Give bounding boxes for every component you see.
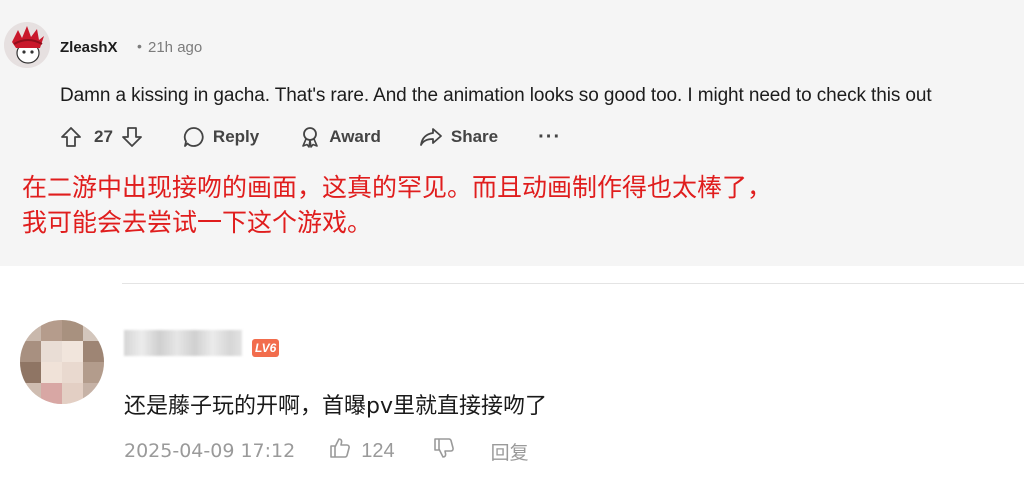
chinese-translation: 在二游中出现接吻的画面，这真的罕见。而且动画制作得也太棒了， 我可能会去尝试一下… [22,170,1002,240]
username-blurred[interactable] [124,330,242,356]
vote-count: 27 [94,127,113,146]
award-icon [299,126,321,148]
award-label: Award [329,127,381,146]
level-badge: LV6 [252,339,280,357]
downvote-icon[interactable] [121,126,143,148]
comment-date: 2025-04-09 17:12 [124,440,296,462]
share-label: Share [450,127,499,146]
translation-line-2: 我可能会去尝试一下这个游戏。 [22,208,373,237]
comment-icon [183,126,205,148]
more-icon[interactable]: ··· [538,126,561,149]
comment-timestamp[interactable]: 21h ago [148,39,202,56]
reply-button-cn[interactable]: 回复 [491,438,529,465]
comment-author[interactable]: ZleashX [60,39,118,56]
comment-meta-cn: 2025-04-09 17:12 124 回复 [124,436,529,466]
vote-group: 27 [60,126,143,148]
reply-label: Reply [212,127,260,146]
divider [122,283,1024,284]
comment-body: Damn a kissing in gacha. That's rare. An… [60,85,932,106]
translation-line-1: 在二游中出现接吻的画面，这真的罕见。而且动画制作得也太棒了， [22,173,773,202]
comment-action-bar: 27 Reply Award Share ··· [60,122,561,152]
avatar[interactable] [20,320,104,404]
comment-body-cn: 还是藤子玩的开啊，首曝pv里就直接接吻了 [124,394,547,419]
like-button[interactable]: 124 [329,437,395,465]
award-button[interactable]: Award [299,126,381,148]
reddit-comment-panel: ZleashX • 21h ago Damn a kissing in gach… [0,0,1024,266]
thumbs-up-icon [329,437,351,465]
snoo-avatar-icon[interactable] [4,22,50,68]
reply-button[interactable]: Reply [183,126,259,148]
upvote-icon[interactable] [60,126,82,148]
meta-separator: • [137,38,142,54]
thumbs-down-icon [433,437,455,465]
share-icon [419,126,443,148]
share-button[interactable]: Share [419,126,498,148]
like-count: 124 [361,439,395,462]
dislike-button[interactable] [433,437,455,465]
